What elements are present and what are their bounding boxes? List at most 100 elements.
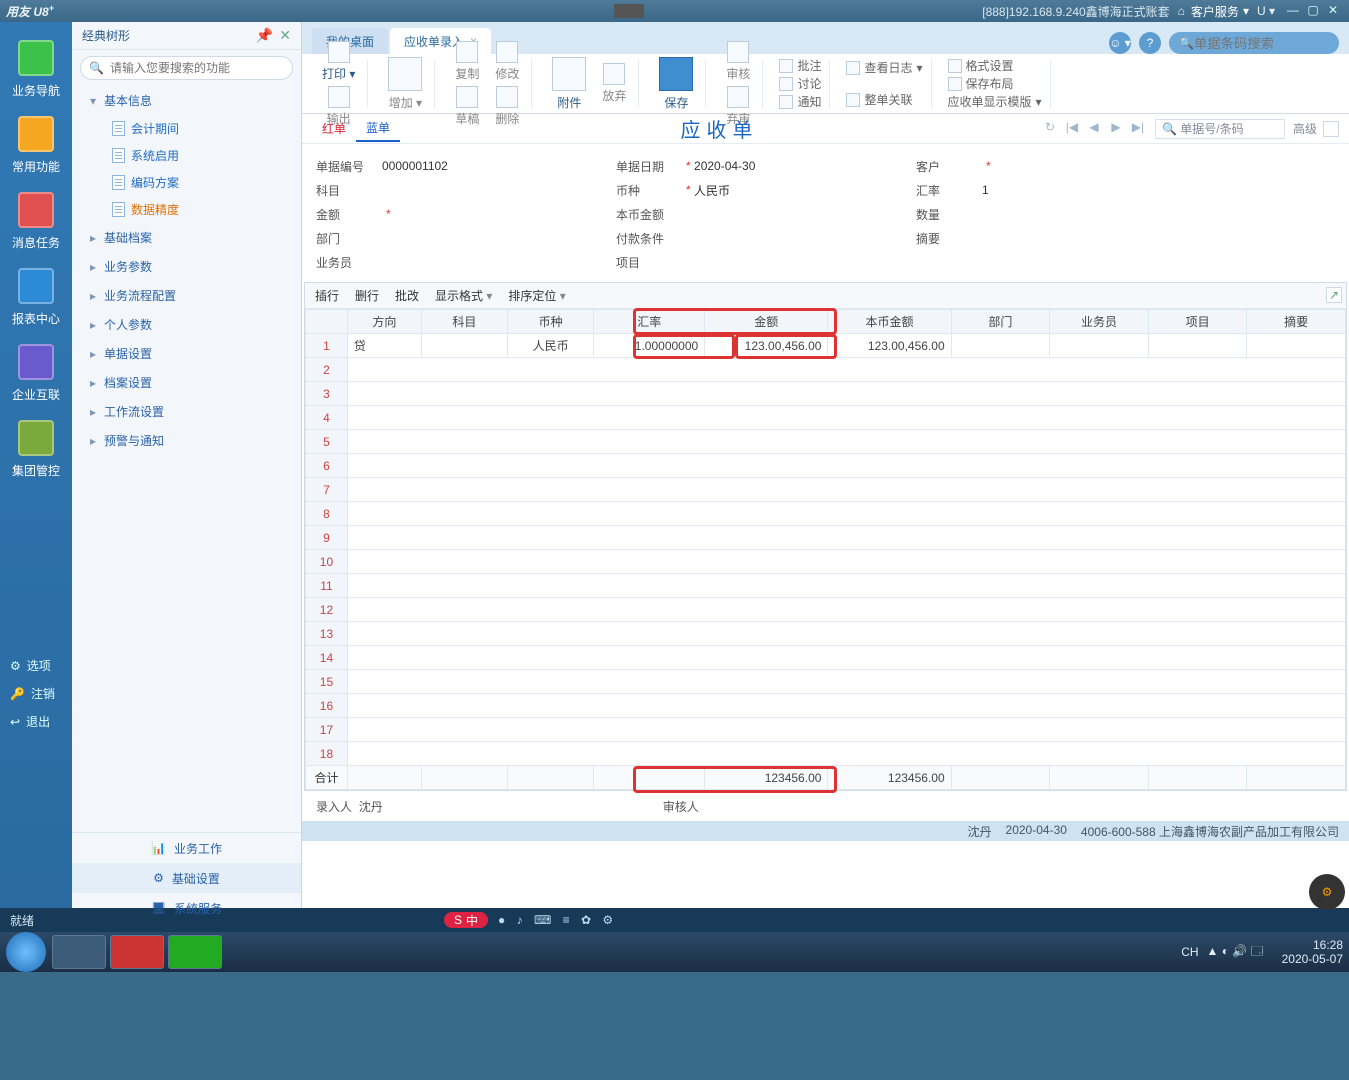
foot-work[interactable]: 📊业务工作 bbox=[72, 833, 301, 863]
assistant-icon[interactable]: ⚙ bbox=[1309, 874, 1345, 910]
attach-button[interactable]: 附件 bbox=[548, 55, 590, 113]
insert-row-button[interactable]: 插行 bbox=[315, 287, 339, 304]
audit-button[interactable]: 审核 bbox=[722, 39, 754, 84]
grid-row[interactable]: 14 bbox=[306, 646, 1346, 670]
tree-search-input[interactable] bbox=[110, 61, 284, 75]
add-button[interactable]: 增加 ▾ bbox=[384, 55, 426, 113]
field-no[interactable]: 0000001102 bbox=[382, 159, 448, 173]
help-icon[interactable]: ? bbox=[1139, 32, 1161, 54]
blue-bill-tab[interactable]: 蓝单 bbox=[356, 115, 400, 142]
grid-row[interactable]: 5 bbox=[306, 430, 1346, 454]
grid-row[interactable]: 13 bbox=[306, 622, 1346, 646]
link-button[interactable]: 整单关联 bbox=[846, 92, 912, 108]
grid-row[interactable]: 11 bbox=[306, 574, 1346, 598]
fullscreen-button[interactable] bbox=[1323, 121, 1339, 137]
tree-node-personal[interactable]: ▸个人参数 bbox=[72, 310, 301, 339]
user-icon[interactable]: ☺ ▾ bbox=[1109, 32, 1131, 54]
tree-node-flow[interactable]: ▸业务流程配置 bbox=[72, 281, 301, 310]
format-button[interactable]: 格式设置 bbox=[948, 58, 1014, 74]
approve-button[interactable]: 批注 bbox=[779, 58, 821, 74]
grid-row[interactable]: 16 bbox=[306, 694, 1346, 718]
discuss-button[interactable]: 讨论 bbox=[779, 76, 821, 92]
grid-row[interactable]: 7 bbox=[306, 478, 1346, 502]
layout-button[interactable]: 保存布局 bbox=[948, 76, 1014, 92]
tree-node-arch[interactable]: ▸档案设置 bbox=[72, 368, 301, 397]
tree-close-icon[interactable]: ✕ bbox=[279, 27, 291, 44]
ime-icons[interactable]: ● ♪ ⌨ ≡ ✿ ⚙ bbox=[498, 913, 617, 927]
nav-grp[interactable]: 集团管控 bbox=[0, 410, 72, 486]
grid-row-1[interactable]: 1 贷人民币 1.00000000123.00,456.00 123.00,45… bbox=[306, 334, 1346, 358]
prev-button[interactable]: ◀ bbox=[1085, 120, 1103, 138]
global-search-input[interactable] bbox=[1194, 36, 1349, 51]
foot-sys[interactable]: 🖥系统服务 bbox=[72, 893, 301, 923]
grid-row[interactable]: 9 bbox=[306, 526, 1346, 550]
grid-row[interactable]: 8 bbox=[306, 502, 1346, 526]
tree-root[interactable]: ▾基本信息 bbox=[72, 86, 301, 115]
nav-logout[interactable]: 🔑注销 bbox=[0, 680, 72, 708]
nav-msg[interactable]: 消息任务 bbox=[0, 182, 72, 258]
start-button[interactable] bbox=[6, 932, 46, 972]
grid-row[interactable]: 10 bbox=[306, 550, 1346, 574]
u-menu[interactable]: U ▾ bbox=[1257, 4, 1275, 18]
lang-indicator[interactable]: CH bbox=[1181, 945, 1198, 959]
tree-node-bizparam[interactable]: ▸业务参数 bbox=[72, 252, 301, 281]
first-button[interactable]: |◀ bbox=[1063, 120, 1081, 138]
nav-fav[interactable]: 常用功能 bbox=[0, 106, 72, 182]
tree-node-doc[interactable]: ▸单据设置 bbox=[72, 339, 301, 368]
grid-row[interactable]: 3 bbox=[306, 382, 1346, 406]
nav-ent[interactable]: 企业互联 bbox=[0, 334, 72, 410]
maximize-button[interactable]: ▢ bbox=[1305, 3, 1321, 19]
next-button[interactable]: ▶ bbox=[1107, 120, 1125, 138]
nav-biz[interactable]: 业务导航 bbox=[0, 30, 72, 106]
close-button[interactable]: ✕ bbox=[1325, 3, 1341, 19]
save-button[interactable]: 保存 bbox=[655, 55, 697, 113]
taskbar-explorer[interactable] bbox=[52, 935, 106, 969]
edit-button[interactable]: 修改 bbox=[491, 39, 523, 84]
clock[interactable]: 16:282020-05-07 bbox=[1282, 938, 1343, 966]
delete-row-button[interactable]: 删行 bbox=[355, 287, 379, 304]
global-search[interactable]: 🔍 bbox=[1169, 32, 1339, 54]
grid-row[interactable]: 15 bbox=[306, 670, 1346, 694]
red-bill-tab[interactable]: 红单 bbox=[312, 116, 356, 141]
notify-button[interactable]: 通知 bbox=[779, 94, 821, 110]
minimize-button[interactable]: — bbox=[1285, 3, 1301, 19]
tree-leaf-enable[interactable]: 系统启用 bbox=[72, 142, 301, 169]
taskbar-wechat[interactable] bbox=[168, 935, 222, 969]
grid-row[interactable]: 17 bbox=[306, 718, 1346, 742]
abandon-button[interactable]: 放弃 bbox=[598, 61, 630, 106]
field-rate[interactable]: 1 bbox=[982, 183, 989, 197]
tree-node-wf[interactable]: ▸工作流设置 bbox=[72, 397, 301, 426]
tree-node-alert[interactable]: ▸预警与通知 bbox=[72, 426, 301, 455]
field-date[interactable]: 2020-04-30 bbox=[694, 159, 755, 173]
tray-icon[interactable]: ▲ ◐ 🔊 🗔 bbox=[1207, 942, 1264, 963]
grid-row[interactable]: 12 bbox=[306, 598, 1346, 622]
tree-node-base[interactable]: ▸基础档案 bbox=[72, 223, 301, 252]
pin-icon[interactable]: 📌 bbox=[256, 27, 273, 44]
tree-leaf-precision[interactable]: 数据精度 bbox=[72, 196, 301, 223]
tree-leaf-code[interactable]: 编码方案 bbox=[72, 169, 301, 196]
system-tray[interactable]: CH ▲ ◐ 🔊 🗔 16:282020-05-07 bbox=[1181, 938, 1343, 966]
advanced-link[interactable]: 高级 bbox=[1293, 120, 1317, 137]
field-curr[interactable]: 人民币 bbox=[694, 182, 730, 199]
tree-search[interactable]: 🔍 bbox=[80, 56, 293, 80]
log-button[interactable]: 查看日志 ▾ bbox=[846, 60, 922, 76]
copy-button[interactable]: 复制 bbox=[451, 39, 483, 84]
code-search[interactable]: 🔍 单据号/条码 bbox=[1155, 119, 1285, 139]
display-format-select[interactable]: 显示格式 bbox=[435, 287, 492, 304]
grid-row[interactable]: 4 bbox=[306, 406, 1346, 430]
home-icon[interactable]: ⌂ bbox=[1178, 4, 1185, 18]
grid-table[interactable]: 方向科目 币种汇率 金额本币金额 部门业务员 项目摘要 1 贷人民币 1.000… bbox=[305, 309, 1346, 790]
print-button[interactable]: 打印 ▾ bbox=[318, 39, 359, 84]
titlebar-dropdown[interactable] bbox=[614, 4, 644, 18]
expand-button[interactable]: ↗ bbox=[1326, 287, 1342, 303]
sort-select[interactable]: 排序定位 bbox=[508, 287, 565, 304]
template-select[interactable]: 应收单显示模版 ▾ bbox=[948, 94, 1042, 110]
grid-row[interactable]: 6 bbox=[306, 454, 1346, 478]
grid-row[interactable]: 2 bbox=[306, 358, 1346, 382]
ime-indicator[interactable]: S中 bbox=[444, 912, 488, 928]
refresh-button[interactable]: ↻ bbox=[1041, 120, 1059, 138]
tree-leaf-period[interactable]: 会计期间 bbox=[72, 115, 301, 142]
batch-edit-button[interactable]: 批改 bbox=[395, 287, 419, 304]
taskbar-u8[interactable] bbox=[110, 935, 164, 969]
customer-service[interactable]: 客户服务 ▾ bbox=[1191, 3, 1249, 20]
